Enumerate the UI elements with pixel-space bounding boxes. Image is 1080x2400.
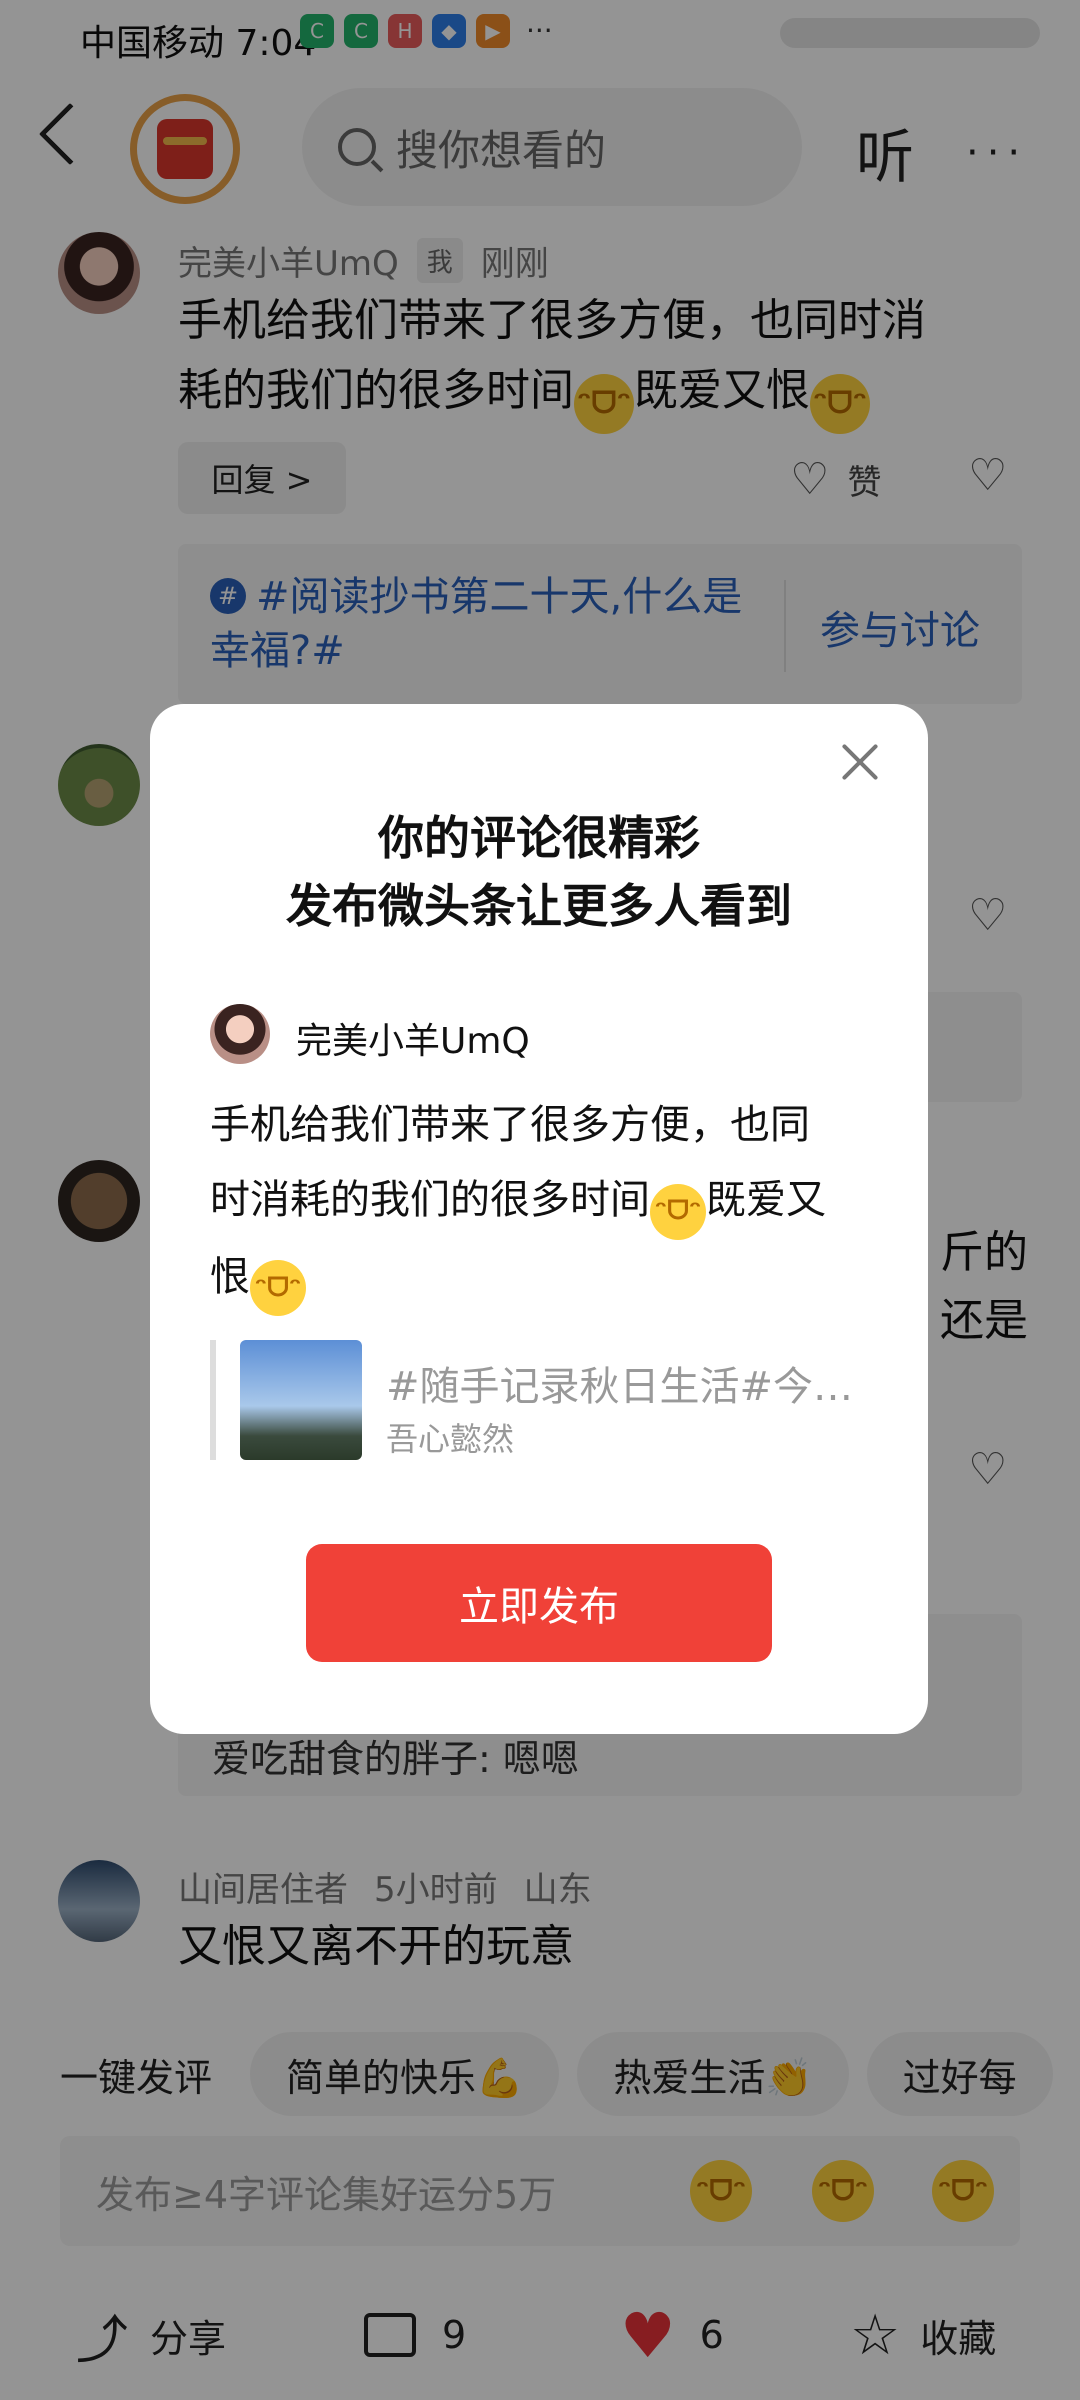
laugh-emoji-icon: ᵔᗜᵔ xyxy=(250,1260,306,1316)
dialog-title: 你的评论很精彩 发布微头条让更多人看到 xyxy=(286,811,792,933)
quote-title: #随手记录秋日生活#今… xyxy=(386,1364,854,1410)
dialog-comment-text: 手机给我们带来了很多方便，也同 时消耗的我们的很多时间 ᵔᗜᵔ 既爱又 恨 ᵔᗜᵔ xyxy=(210,1088,890,1316)
grin-sweat-emoji-icon: ᵔᗜᵔ xyxy=(650,1183,706,1240)
quote-thumbnail xyxy=(240,1340,362,1460)
avatar xyxy=(210,1004,270,1064)
publish-now-button[interactable]: 立即发布 xyxy=(306,1544,772,1662)
quote-author: 吾心懿然 xyxy=(386,1420,515,1458)
dialog-author-name: 完美小羊UmQ xyxy=(296,1021,530,1062)
quote-bar xyxy=(210,1340,216,1460)
publish-dialog: 你的评论很精彩 发布微头条让更多人看到 完美小羊UmQ 手机给我们带来了很多方便… xyxy=(150,704,928,1734)
close-icon[interactable] xyxy=(840,742,880,782)
